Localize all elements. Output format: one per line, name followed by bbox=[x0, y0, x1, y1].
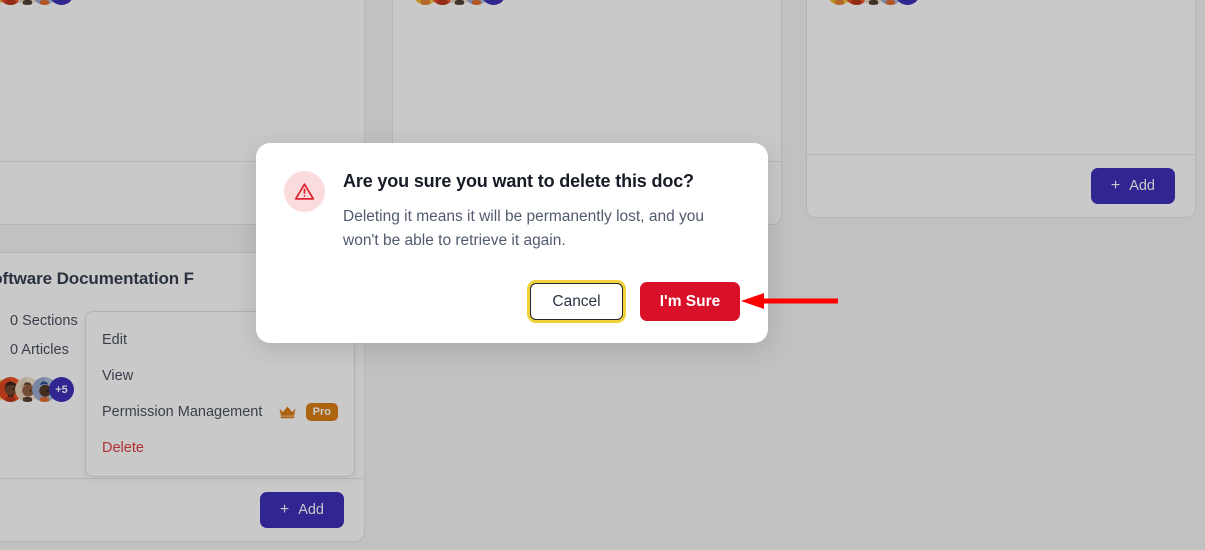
dialog-title: Are you sure you want to delete this doc… bbox=[343, 171, 694, 191]
cancel-button[interactable]: Cancel bbox=[527, 280, 626, 323]
dialog-actions: Cancel I'm Sure bbox=[527, 280, 740, 323]
dialog-description: Deleting it means it will be permanently… bbox=[343, 208, 704, 249]
confirm-delete-button[interactable]: I'm Sure bbox=[640, 282, 740, 321]
dialog-text: Are you sure you want to delete this doc… bbox=[343, 169, 740, 252]
warning-triangle-icon bbox=[284, 171, 325, 212]
delete-confirmation-dialog: Are you sure you want to delete this doc… bbox=[256, 143, 768, 343]
dialog-header: Are you sure you want to delete this doc… bbox=[284, 169, 740, 252]
screen: 0 Sections 0 Articles +5 bbox=[0, 0, 1205, 550]
